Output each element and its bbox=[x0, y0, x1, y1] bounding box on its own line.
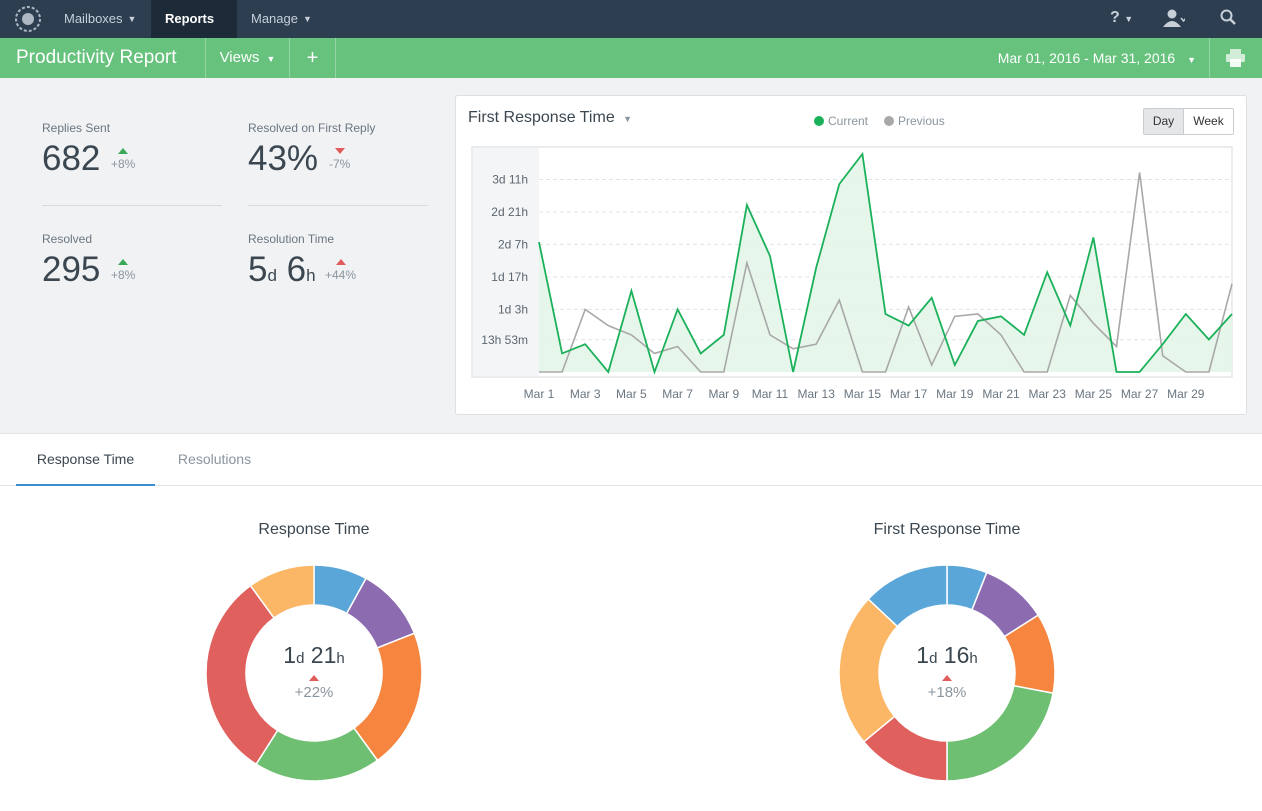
x-tick-label: Mar 23 bbox=[1029, 387, 1067, 401]
x-tick-label: Mar 11 bbox=[752, 387, 789, 401]
stat-value: 295 bbox=[42, 250, 101, 289]
x-tick-label: Mar 5 bbox=[616, 387, 647, 401]
stat-resolution-time: Resolution Time 5d 6h bbox=[248, 232, 334, 290]
report-tabs: Response Time Resolutions bbox=[0, 435, 1262, 486]
stat-resolved-first-reply: Resolved on First Reply 43% bbox=[248, 121, 375, 179]
date-range-picker[interactable]: Mar 01, 2016 - Mar 31, 2016 ▼ bbox=[998, 38, 1196, 80]
x-tick-label: Mar 17 bbox=[890, 387, 928, 401]
stat-resolved: Resolved 295 bbox=[42, 232, 100, 290]
x-tick-label: Mar 7 bbox=[662, 387, 693, 401]
stat-delta: +8% bbox=[111, 148, 135, 171]
first-response-chart-card: First Response Time ▼ Current Previous D… bbox=[455, 95, 1247, 415]
stat-label: Resolved on First Reply bbox=[248, 121, 376, 135]
trend-up-icon bbox=[335, 259, 346, 265]
nav-manage-label: Manage bbox=[251, 11, 298, 26]
x-tick-label: Mar 9 bbox=[708, 387, 739, 401]
chevron-down-icon: ▼ bbox=[266, 54, 276, 64]
trend-up-icon bbox=[118, 148, 129, 154]
x-tick-label: Mar 25 bbox=[1075, 387, 1113, 401]
donut-value: 1d 21h bbox=[283, 642, 345, 668]
print-button[interactable] bbox=[1209, 38, 1262, 78]
stat-label: Resolution Time bbox=[248, 232, 335, 246]
laurel-logo-icon[interactable] bbox=[14, 5, 42, 33]
trend-up-icon bbox=[942, 675, 952, 681]
stat-delta: -7% bbox=[329, 148, 350, 171]
chevron-down-icon: ▼ bbox=[1187, 55, 1196, 65]
nav-manage[interactable]: Manage ▼ bbox=[237, 0, 326, 38]
stat-value: 5d 6h bbox=[248, 250, 316, 289]
user-icon[interactable] bbox=[1163, 9, 1187, 32]
line-chart: 13h 53m 1d 3h 1d 17h 2d 7h 2d 21h 3d 11h Mar 1… bbox=[471, 146, 1233, 401]
nav-reports-label: Reports bbox=[165, 11, 215, 26]
search-icon[interactable] bbox=[1220, 9, 1236, 30]
chevron-down-icon: ▼ bbox=[127, 14, 137, 24]
y-tick-label: 1d 3h bbox=[498, 302, 528, 316]
stat-delta: +8% bbox=[111, 259, 135, 282]
stat-value: 682 bbox=[42, 139, 101, 178]
trend-up-icon bbox=[309, 675, 319, 681]
stat-delta: +44% bbox=[325, 259, 356, 282]
divider bbox=[42, 205, 222, 206]
page-title: Productivity Report bbox=[16, 47, 177, 68]
y-tick-label: 2d 7h bbox=[498, 237, 528, 251]
x-tick-label: Mar 19 bbox=[936, 387, 974, 401]
donut-title: Response Time bbox=[258, 521, 370, 538]
stat-replies-sent: Replies Sent 682 bbox=[42, 121, 110, 179]
donut-delta: +22% bbox=[294, 684, 334, 701]
top-navbar: Mailboxes▼ Reports▼ Manage▼ ? ▼ bbox=[0, 0, 1262, 62]
x-tick-label: Mar 27 bbox=[1121, 387, 1159, 401]
print-icon bbox=[1226, 49, 1245, 67]
trend-up-icon bbox=[118, 259, 129, 265]
y-tick-label: 13h 53m bbox=[481, 333, 528, 347]
y-tick-label: 3d 11h bbox=[492, 172, 528, 186]
add-view-button[interactable]: + bbox=[290, 38, 335, 78]
views-label: Views bbox=[219, 49, 260, 66]
report-header-bar: Productivity Report Views ▼ + Mar 01, 20… bbox=[0, 38, 1262, 78]
donut-center: 1d 16h +18% bbox=[877, 642, 1017, 701]
stat-value: 43% bbox=[248, 139, 319, 178]
x-tick-label: Mar 15 bbox=[844, 387, 882, 401]
divider bbox=[248, 205, 428, 206]
y-tick-label: 1d 17h bbox=[491, 270, 528, 284]
donut-title: First Response Time bbox=[873, 521, 1021, 538]
trend-down-icon bbox=[334, 148, 345, 154]
donut-delta: +18% bbox=[927, 684, 967, 701]
x-tick-label: Mar 3 bbox=[570, 387, 601, 401]
nav-reports[interactable]: Reports▼ bbox=[151, 0, 237, 62]
x-tick-label: Mar 1 bbox=[524, 387, 555, 401]
x-tick-label: Mar 29 bbox=[1167, 387, 1205, 401]
stat-label: Replies Sent bbox=[42, 121, 111, 135]
views-dropdown[interactable]: Views ▼ bbox=[206, 38, 289, 79]
tab-resolutions[interactable]: Resolutions bbox=[162, 435, 267, 486]
x-tick-label: Mar 21 bbox=[982, 387, 1020, 401]
x-tick-label: Mar 13 bbox=[798, 387, 836, 401]
donut-center: 1d 21h +22% bbox=[244, 642, 384, 701]
nav-mailboxes-label: Mailboxes bbox=[64, 11, 123, 26]
stat-label: Resolved bbox=[42, 232, 93, 246]
donut-value: 1d 16h bbox=[916, 642, 978, 668]
tab-response-time[interactable]: Response Time bbox=[16, 435, 155, 486]
chevron-down-icon: ▼ bbox=[302, 14, 312, 24]
nav-mailboxes[interactable]: Mailboxes ▼ bbox=[50, 0, 150, 38]
y-tick-label: 2d 21h bbox=[491, 205, 528, 219]
date-range-label: Mar 01, 2016 - Mar 31, 2016 bbox=[997, 50, 1176, 66]
question-icon[interactable]: ? ▼ bbox=[1110, 9, 1133, 27]
divider bbox=[335, 38, 336, 78]
